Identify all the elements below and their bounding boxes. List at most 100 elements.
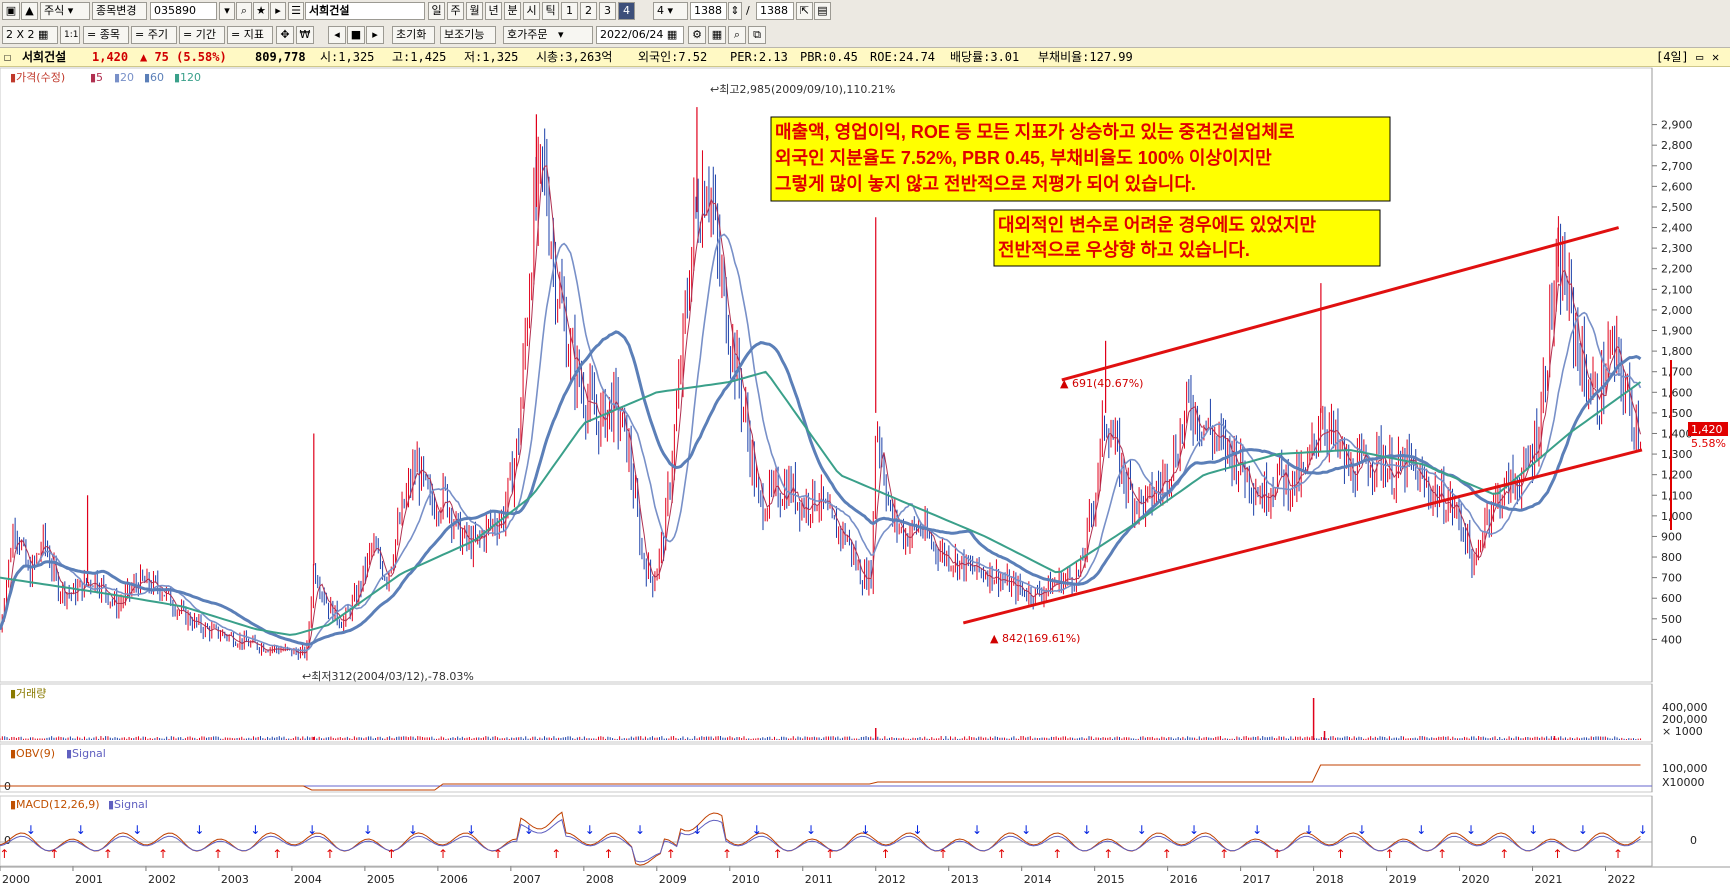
- move-icon[interactable]: ✥: [276, 26, 294, 44]
- note-1-line: 그렇게 많이 놓지 않고 전반적으로 저평가 되어 있습니다.: [775, 174, 1196, 194]
- gear-icon[interactable]: ⚙: [688, 26, 706, 44]
- y-tick-label: 800: [1661, 551, 1682, 564]
- stop-icon[interactable]: ■: [347, 26, 365, 44]
- date-input[interactable]: 2022/06/24 ▦: [596, 26, 684, 44]
- up-label-1: ▲ 691(40.67%): [1060, 377, 1143, 390]
- sell-signal-arrow: ↓: [26, 823, 36, 837]
- order-select[interactable]: 호가주문 ▾: [503, 26, 593, 44]
- stepper-icon[interactable]: ⇕: [728, 2, 742, 20]
- period-tab[interactable]: 월: [466, 2, 483, 20]
- reset-button[interactable]: 초기화: [392, 26, 435, 44]
- x-tick-label: 2004: [294, 873, 322, 886]
- x-tick-label: 2008: [586, 873, 614, 886]
- ma-legend-120: ▮120: [174, 71, 201, 84]
- period-tab[interactable]: 시: [523, 2, 540, 20]
- slash-label: /: [746, 4, 750, 17]
- ratio-button[interactable]: 1:1: [60, 26, 80, 44]
- indicator-button[interactable]: = 지표: [227, 26, 273, 44]
- market-select[interactable]: 주식 ▾: [40, 2, 90, 20]
- buy-signal-arrow: ↑: [722, 847, 732, 861]
- macd-legend: ▮MACD(12,26,9): [10, 798, 100, 811]
- star-icon[interactable]: ★: [253, 2, 269, 20]
- info-stock-name: 서희건설: [22, 50, 67, 64]
- popup-icon[interactable]: ⧉: [748, 26, 766, 44]
- y-tick-label: 1,300: [1661, 448, 1693, 461]
- x-tick-label: 2001: [75, 873, 103, 886]
- toolbar-second: 2 X 2 ▦ 1:1 = 종목 = 주기 = 기간 = 지표 ✥ ₩ ◂ ■ …: [0, 24, 1730, 48]
- close-icon[interactable]: ✕: [1712, 48, 1719, 66]
- up-arrow-icon[interactable]: ▲: [21, 2, 38, 20]
- buy-signal-arrow: ↑: [438, 847, 448, 861]
- ma-legend-20: ▮20: [114, 71, 134, 84]
- count-input[interactable]: 1388: [690, 2, 727, 20]
- export-icon[interactable]: ⇱: [796, 2, 813, 20]
- currency-icon[interactable]: ₩: [296, 26, 314, 44]
- sell-signal-arrow: ↓: [1638, 823, 1648, 837]
- period-tab[interactable]: 일: [428, 2, 445, 20]
- x-tick-label: 2020: [1462, 873, 1490, 886]
- table-icon[interactable]: ▦: [708, 26, 726, 44]
- sell-signal-arrow: ↓: [1416, 823, 1426, 837]
- checkbox-icon[interactable]: ☐: [4, 48, 11, 66]
- period-tab[interactable]: 틱: [542, 2, 559, 20]
- obv-legend: ▮OBV(9): [10, 747, 55, 760]
- next-icon[interactable]: ▸: [366, 26, 384, 44]
- x-tick-label: 2021: [1535, 873, 1563, 886]
- ma-legend-5: ▮5: [90, 71, 103, 84]
- y-tick-label: 1,600: [1661, 386, 1693, 399]
- save-icon[interactable]: ▤: [814, 2, 831, 20]
- dropdown-icon[interactable]: ▾: [219, 2, 235, 20]
- sell-signal-arrow: ↓: [1578, 823, 1588, 837]
- sell-signal-arrow: ↓: [1528, 823, 1538, 837]
- list-icon[interactable]: ☰: [288, 2, 304, 20]
- sell-signal-arrow: ↓: [1357, 823, 1367, 837]
- prev-icon[interactable]: ◂: [328, 26, 346, 44]
- period-button[interactable]: = 주기: [131, 26, 177, 44]
- sell-signal-arrow: ↓: [1304, 823, 1314, 837]
- note-1-line: 매출액, 영업이익, ROE 등 모든 지표가 상승하고 있는 중견건설업체로: [775, 122, 1295, 142]
- period-tab[interactable]: 분: [504, 2, 521, 20]
- y-tick-label: 1,800: [1661, 345, 1693, 358]
- stock-code-input[interactable]: 035890: [150, 2, 217, 20]
- period-tab[interactable]: 주: [447, 2, 464, 20]
- x-tick-label: 2016: [1170, 873, 1198, 886]
- info-price: 1,420: [92, 50, 129, 64]
- change-item-button[interactable]: 종목변경: [92, 2, 147, 20]
- x-tick-label: 2002: [148, 873, 176, 886]
- sell-signal-arrow: ↓: [1466, 823, 1476, 837]
- period-tag: [4일]: [1656, 50, 1689, 64]
- y-tick-label: 2,900: [1661, 119, 1693, 132]
- period-tab[interactable]: 2: [580, 2, 597, 20]
- item-button[interactable]: = 종목: [83, 26, 129, 44]
- period-tab[interactable]: 3: [599, 2, 616, 20]
- grid-icon[interactable]: ▣: [2, 2, 20, 20]
- info-high: 고:1,425: [392, 50, 447, 64]
- period-tab[interactable]: 년: [485, 2, 502, 20]
- range-button[interactable]: = 기간: [179, 26, 225, 44]
- y-tick-label: 700: [1661, 572, 1682, 585]
- buy-signal-arrow: ↑: [49, 847, 59, 861]
- zoom-icon[interactable]: ⌕: [728, 26, 746, 44]
- y-tick-label: 1,400: [1661, 427, 1693, 440]
- count-select[interactable]: 4 ▾: [653, 2, 688, 20]
- chart-area[interactable]: 2,900 2,800 2,700 2,600 2,500 2,400 2,300 2,200…: [0, 67, 1730, 887]
- buy-signal-arrow: ↑: [272, 847, 282, 861]
- stock-name-field: 서희건설: [305, 2, 425, 20]
- y-tick-label: 1,700: [1661, 366, 1693, 379]
- up-label-2: ▲ 842(169.61%): [990, 632, 1080, 645]
- period-tab[interactable]: 1: [561, 2, 578, 20]
- layout-button[interactable]: 2 X 2 ▦: [2, 26, 58, 44]
- stock-info-bar: ☐ 서희건설 1,420 ▲ 75 (5.58%) 809,778 시:1,32…: [0, 48, 1730, 67]
- period-tab[interactable]: 4: [618, 2, 635, 20]
- info-foreign: 외국인:7.52: [638, 50, 708, 64]
- x-tick-label: 2015: [1097, 873, 1125, 886]
- sell-signal-arrow: ↓: [1252, 823, 1262, 837]
- sell-signal-arrow: ↓: [76, 823, 86, 837]
- minimize-icon[interactable]: ▭: [1696, 48, 1703, 66]
- aux-button[interactable]: 보조기능: [440, 26, 496, 44]
- right-arrow-icon[interactable]: ▸: [270, 2, 286, 20]
- search-icon[interactable]: ⌕: [236, 2, 252, 20]
- y-tick-label: 2,400: [1661, 222, 1693, 235]
- info-change: ▲ 75 (5.58%): [140, 50, 227, 64]
- y-tick-label: 600: [1661, 592, 1682, 605]
